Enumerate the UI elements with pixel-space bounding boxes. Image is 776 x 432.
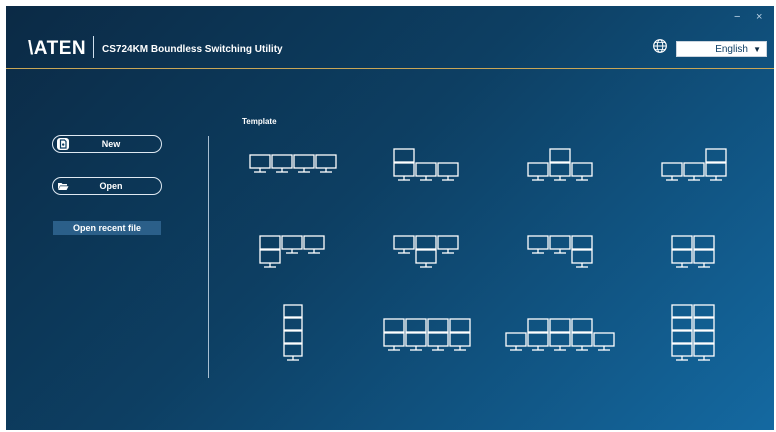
globe-icon[interactable] <box>652 38 668 59</box>
chevron-down-icon: ▼ <box>753 45 761 54</box>
aten-logo: \ATEN <box>28 38 87 59</box>
open-button[interactable]: Open <box>52 177 162 195</box>
template-1-below-left[interactable] <box>258 234 330 274</box>
minimize-icon[interactable]: − <box>734 12 740 23</box>
template-1-below-right[interactable] <box>526 234 598 274</box>
template-2-rows-of-4[interactable] <box>382 317 476 357</box>
template-3-above-5[interactable] <box>504 317 620 357</box>
app-title: CS724KM Boundless Switching Utility <box>102 44 283 55</box>
open-recent-file-button[interactable]: Open recent file <box>53 221 161 235</box>
new-button[interactable]: New <box>52 135 162 153</box>
template-2x4-grid[interactable] <box>670 303 720 371</box>
template-1-below-middle[interactable] <box>392 234 464 274</box>
template-1-above-middle[interactable] <box>526 147 598 183</box>
language-select[interactable]: English ▼ <box>676 41 767 57</box>
new-button-label: New <box>101 139 121 149</box>
app-window: − × \ATEN CS724KM Boundless Switching Ut… <box>6 6 774 430</box>
header-accent-line <box>6 68 774 69</box>
open-button-label: Open <box>99 181 123 191</box>
close-icon[interactable]: × <box>756 12 762 23</box>
language-value: English <box>715 44 748 55</box>
template-1-above-right[interactable] <box>660 147 732 183</box>
template-1-above-left[interactable] <box>392 147 464 183</box>
template-heading: Template <box>242 117 277 126</box>
template-2x2-grid[interactable] <box>670 234 720 274</box>
sidebar-divider <box>208 136 209 378</box>
logo-divider <box>93 36 94 58</box>
header-bar: \ATEN CS724KM Boundless Switching Utilit… <box>6 28 774 68</box>
template-4-in-row[interactable] <box>248 153 342 177</box>
template-4-in-column[interactable] <box>282 303 308 369</box>
